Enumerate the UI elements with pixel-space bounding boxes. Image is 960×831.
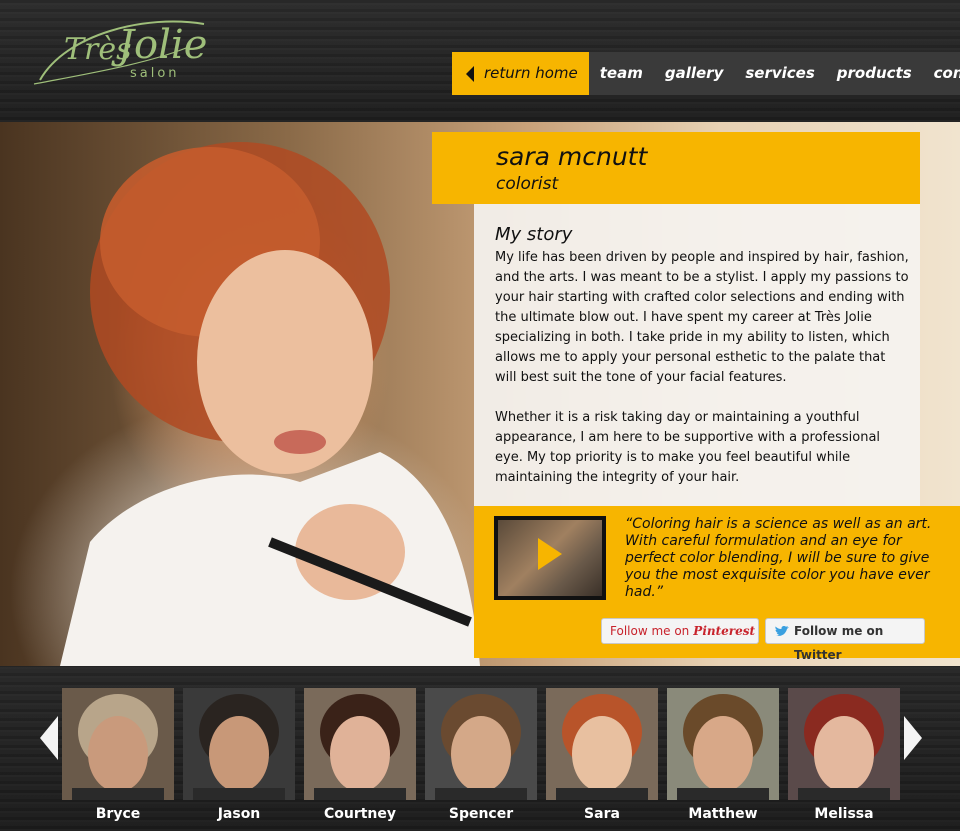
team-member-photo [62,688,174,800]
pinterest-follow-button[interactable]: Follow me on Pinterest [601,618,759,644]
nav-return-home[interactable]: return home [452,52,589,95]
nav-contact[interactable]: contact [923,52,960,95]
team-member-name: Courtney [323,806,397,822]
story-panel: My story My life has been driven by peop… [474,204,920,506]
team-member-photo [183,688,295,800]
salon-logo[interactable]: Très Jolie salon [26,14,216,94]
team-member-bryce[interactable]: Bryce [62,688,174,822]
play-icon [538,538,562,570]
team-member-name: Spencer [448,806,514,822]
team-member-courtney[interactable]: Courtney [304,688,416,822]
team-member-spencer[interactable]: Spencer [425,688,537,822]
pinterest-logo-icon: Pinterest [693,624,756,638]
main-nav: return home team gallery services produc… [452,52,960,95]
previous-arrow-icon[interactable] [40,716,58,760]
team-member-matthew[interactable]: Matthew [667,688,779,822]
story-paragraph-1: My life has been driven by people and in… [495,250,909,385]
twitter-follow-button[interactable]: Follow me on Twitter [765,618,925,662]
nav-label: return home [484,64,578,82]
nav-team[interactable]: team [589,52,654,95]
pinterest-prefix: Follow me on [610,624,690,638]
stylist-portrait [60,142,480,666]
team-member-name: Sara [584,806,620,822]
team-member-sara[interactable]: Sara [546,688,658,822]
left-triangle-icon [466,65,474,82]
team-member-photo [667,688,779,800]
profile-role: colorist [496,174,559,194]
twitter-bird-icon [775,626,789,636]
team-member-name: Jason [217,806,261,822]
team-member-name: Matthew [688,806,758,822]
logo-jolie: Jolie [118,22,208,68]
team-member-melissa[interactable]: Melissa [788,688,900,822]
nav-products[interactable]: products [826,52,923,95]
logo-salon: salon [130,66,180,81]
story-title: My story [495,224,573,245]
profile-header: sara mcnutt colorist [432,132,920,204]
team-member-photo [788,688,900,800]
quote-text: “Coloring hair is a science as well as a… [625,516,932,600]
team-member-photo [546,688,658,800]
quote-panel: “Coloring hair is a science as well as a… [474,506,960,662]
story-paragraph-2: Whether it is a risk taking day or maint… [495,410,881,485]
next-arrow-icon[interactable] [904,716,922,760]
team-member-photo [425,688,537,800]
nav-services[interactable]: services [734,52,825,95]
video-thumbnail[interactable] [494,516,606,600]
team-member-name: Bryce [95,806,141,822]
team-member-jason[interactable]: Jason [183,688,295,822]
team-member-name: Melissa [814,806,874,822]
nav-gallery[interactable]: gallery [654,52,735,95]
profile-name: sara mcnutt [496,142,648,171]
team-member-photo [304,688,416,800]
twitter-label: Follow me on Twitter [794,624,884,662]
